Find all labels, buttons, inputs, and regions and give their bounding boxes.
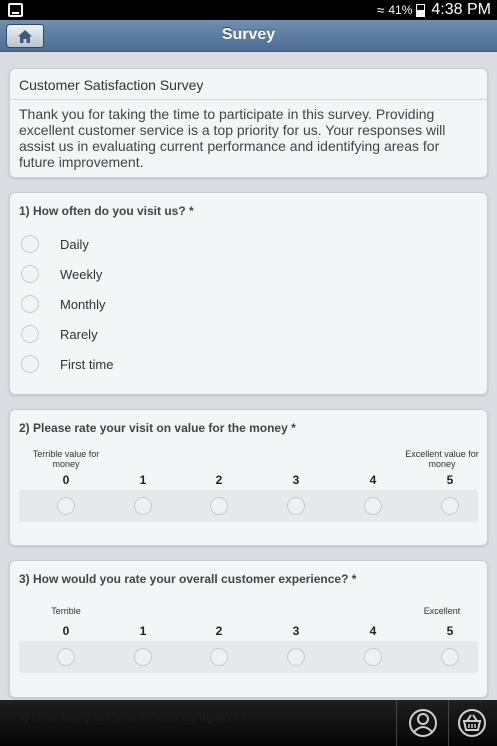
basket-button[interactable] <box>457 708 487 738</box>
option-label: First time <box>60 356 114 372</box>
question-4-title: 4) How likely are you to visit us again?… <box>18 710 247 724</box>
header-bar: Survey <box>0 20 497 52</box>
rating-radio-3[interactable] <box>287 497 305 515</box>
question-3-card: 3) How would you rate your overall custo… <box>9 560 488 698</box>
question-1-title: 1) How often do you visit us? * <box>19 204 194 218</box>
scale-number: 3 <box>292 473 300 487</box>
scale-low-label: Terrible value for money <box>32 449 100 469</box>
option-weekly[interactable]: Weekly <box>10 259 487 289</box>
scale-number: 2 <box>215 624 223 638</box>
scale-number: 5 <box>446 624 454 638</box>
option-daily[interactable]: Daily <box>10 229 487 259</box>
scale-number: 4 <box>369 473 377 487</box>
radio-button[interactable] <box>21 235 39 253</box>
clock: 4:38 PM <box>431 1 491 18</box>
status-bar: ≈ 41% 4:38 PM <box>0 0 497 20</box>
rating-radio-5[interactable] <box>441 648 459 666</box>
screenshot-notification-icon <box>8 3 23 17</box>
toolbar-divider <box>448 700 449 746</box>
basket-icon <box>458 709 486 737</box>
scale-number: 0 <box>62 473 70 487</box>
intro-card: Customer Satisfaction Survey Thank you f… <box>9 68 488 178</box>
survey-intro-text: Thank you for taking the time to partici… <box>19 106 446 170</box>
radio-button[interactable] <box>21 295 39 313</box>
radio-button[interactable] <box>21 355 39 373</box>
wifi-icon: ≈ <box>376 2 385 18</box>
rating-radio-1[interactable] <box>134 497 152 515</box>
scale-low-label: Terrible <box>51 606 81 616</box>
profile-icon <box>409 709 437 737</box>
survey-scroll-area[interactable]: Customer Satisfaction Survey Thank you f… <box>0 52 497 700</box>
radio-button[interactable] <box>21 265 39 283</box>
option-label: Daily <box>60 236 89 252</box>
scale-number: 1 <box>139 473 147 487</box>
battery-icon <box>416 3 426 17</box>
scale-number: 2 <box>215 473 223 487</box>
rating-radio-0[interactable] <box>57 497 75 515</box>
survey-title: Customer Satisfaction Survey <box>10 69 487 100</box>
toolbar-divider <box>396 700 397 746</box>
rating-radio-2[interactable] <box>210 497 228 515</box>
question-2-title: 2) Please rate your visit on value for t… <box>19 421 296 435</box>
rating-radio-2[interactable] <box>210 648 228 666</box>
scale-number: 4 <box>369 624 377 638</box>
rating-radio-5[interactable] <box>441 497 459 515</box>
question-2-card: 2) Please rate your visit on value for t… <box>9 409 488 546</box>
option-label: Weekly <box>60 266 103 282</box>
question-1-card: 1) How often do you visit us? * Daily We… <box>9 192 488 395</box>
radio-button[interactable] <box>21 325 39 343</box>
status-right: ≈ 41% 4:38 PM <box>377 0 491 20</box>
rating-radio-0[interactable] <box>57 648 75 666</box>
rating-scale-header: Terrible Excellent 0 1 2 3 4 5 <box>19 598 478 638</box>
page-title: Survey <box>221 26 276 43</box>
option-label: Rarely <box>60 326 98 342</box>
rating-radio-4[interactable] <box>364 497 382 515</box>
rating-radio-4[interactable] <box>364 648 382 666</box>
rating-radio-1[interactable] <box>134 648 152 666</box>
battery-percent: 41% <box>388 3 413 17</box>
scale-high-label: Excellent <box>423 606 461 616</box>
option-label: Monthly <box>60 296 106 312</box>
option-monthly[interactable]: Monthly <box>10 289 487 319</box>
scale-number: 3 <box>292 624 300 638</box>
profile-button[interactable] <box>408 708 438 738</box>
option-first-time[interactable]: First time <box>10 349 487 379</box>
rating-scale-header: Terrible value for money Excellent value… <box>19 447 479 487</box>
rating-scale-row <box>19 641 478 673</box>
scale-number: 5 <box>446 473 454 487</box>
bottom-toolbar: 4) How likely are you to visit us again?… <box>0 700 497 746</box>
option-rarely[interactable]: Rarely <box>10 319 487 349</box>
question-3-title: 3) How would you rate your overall custo… <box>19 572 357 586</box>
rating-scale-row <box>19 490 478 522</box>
scale-number: 1 <box>139 624 147 638</box>
scale-number: 0 <box>62 624 70 638</box>
scale-high-label: Excellent value for money <box>405 449 479 469</box>
question-1-options: Daily Weekly Monthly Rarely First time <box>10 229 487 379</box>
rating-radio-3[interactable] <box>287 648 305 666</box>
